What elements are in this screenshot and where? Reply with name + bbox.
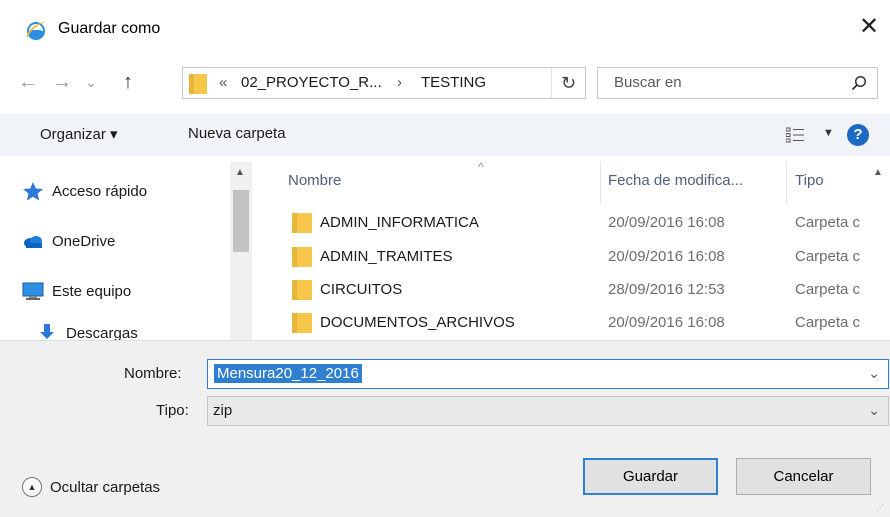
chevron-down-icon: ⌄ xyxy=(85,74,97,90)
scroll-up-icon[interactable]: ▲ xyxy=(873,167,883,178)
breadcrumb-overflow[interactable]: « xyxy=(219,74,227,91)
file-row[interactable]: ADMIN_TRAMITES 20/09/2016 16:08 Carpeta … xyxy=(262,242,890,273)
column-header-name[interactable]: Nombre xyxy=(288,172,341,189)
save-as-dialog: Guardar como ✕ ← → ⌄ ↑ « 02_PROYECTO_R..… xyxy=(0,0,890,517)
file-row[interactable]: CIRCUITOS 28/09/2016 12:53 Carpeta c xyxy=(262,275,890,306)
file-date: 20/09/2016 16:08 xyxy=(608,248,725,265)
cancel-button[interactable]: Cancelar xyxy=(736,458,871,495)
file-list-scrollbar[interactable]: ▲ xyxy=(868,162,890,340)
file-date: 20/09/2016 16:08 xyxy=(608,314,725,331)
arrow-right-icon: → xyxy=(52,71,72,93)
forward-button[interactable]: → xyxy=(50,70,74,94)
navigation-pane-scrollbar[interactable]: ▲ xyxy=(230,162,252,340)
new-folder-button[interactable]: Nueva carpeta xyxy=(188,125,286,142)
internet-explorer-icon xyxy=(26,21,46,40)
file-name-value[interactable]: Mensura20_12_2016 xyxy=(214,364,362,383)
view-options-icon[interactable] xyxy=(786,127,804,143)
navigation-pane: Acceso rápido OneDrive Este equipo Desca… xyxy=(0,162,258,340)
refresh-button[interactable]: ↻ xyxy=(551,68,585,98)
command-toolbar: Organizar ▾ Nueva carpeta ▼ ? xyxy=(0,114,890,156)
file-type: Carpeta c xyxy=(795,314,861,331)
folder-icon xyxy=(189,74,207,94)
recent-locations-button[interactable]: ⌄ xyxy=(82,70,100,94)
file-type-value: zip xyxy=(213,402,233,419)
file-date: 20/09/2016 16:08 xyxy=(608,214,725,231)
file-type: Carpeta c xyxy=(795,281,861,298)
organize-button[interactable]: Organizar ▾ xyxy=(40,125,118,143)
collapse-up-icon: ▲ xyxy=(22,477,42,497)
star-icon xyxy=(23,182,43,201)
sort-ascending-icon: ^ xyxy=(478,162,484,174)
sidebar-item-quick-access[interactable]: Acceso rápido xyxy=(22,178,147,204)
computer-icon xyxy=(22,282,44,300)
search-box[interactable]: Buscar en xyxy=(597,67,878,99)
up-button[interactable]: ↑ xyxy=(116,70,140,94)
cloud-icon xyxy=(24,236,42,248)
save-button[interactable]: Guardar xyxy=(583,458,718,495)
file-row[interactable]: ADMIN_INFORMATICA 20/09/2016 16:08 Carpe… xyxy=(262,208,890,239)
title-bar: Guardar como ✕ xyxy=(0,0,890,60)
window-title: Guardar como xyxy=(58,20,161,37)
file-name-label: Nombre: xyxy=(124,365,182,382)
sidebar-item-onedrive[interactable]: OneDrive xyxy=(22,228,115,254)
file-name: DOCUMENTOS_ARCHIVOS xyxy=(320,314,515,331)
file-list: Nombre ^ Fecha de modifica... Tipo ADMIN… xyxy=(262,162,890,340)
search-placeholder: Buscar en xyxy=(614,74,682,91)
close-button[interactable]: ✕ xyxy=(854,12,884,42)
help-label: ? xyxy=(853,126,863,143)
save-options-panel: Nombre: Mensura20_12_2016 ⌄ Tipo: zip ⌄ … xyxy=(0,340,890,517)
refresh-icon: ↻ xyxy=(560,73,577,93)
chevron-down-icon[interactable]: ⌄ xyxy=(868,365,880,382)
sidebar-item-label: Acceso rápido xyxy=(52,182,148,200)
breadcrumb-item-parent[interactable]: 02_PROYECTO_R... xyxy=(241,74,382,91)
file-type: Carpeta c xyxy=(795,248,861,265)
back-button[interactable]: ← xyxy=(16,70,40,94)
file-name: ADMIN_INFORMATICA xyxy=(320,214,479,231)
navigation-bar: ← → ⌄ ↑ « 02_PROYECTO_R... › TESTING ↻ B… xyxy=(0,60,890,106)
scroll-up-icon[interactable]: ▲ xyxy=(235,167,245,178)
close-icon: ✕ xyxy=(858,13,880,40)
sidebar-item-this-pc[interactable]: Este equipo xyxy=(22,278,131,304)
search-icon xyxy=(851,75,867,91)
column-header-date[interactable]: Fecha de modifica... xyxy=(608,172,743,189)
file-type: Carpeta c xyxy=(795,214,861,231)
file-name: ADMIN_TRAMITES xyxy=(320,248,453,265)
file-name-input[interactable]: Mensura20_12_2016 ⌄ xyxy=(207,359,889,389)
file-type-label: Tipo: xyxy=(156,402,189,419)
arrow-up-icon: ↑ xyxy=(123,71,133,93)
view-dropdown-caret-icon[interactable]: ▼ xyxy=(823,127,834,139)
file-name: CIRCUITOS xyxy=(320,281,403,298)
column-header-type[interactable]: Tipo xyxy=(795,172,824,189)
chevron-down-icon: ⌄ xyxy=(868,402,880,418)
folder-icon xyxy=(292,213,312,233)
hide-folders-toggle[interactable]: ▲ Ocultar carpetas xyxy=(22,475,160,499)
download-icon xyxy=(40,324,54,339)
column-divider[interactable] xyxy=(600,162,601,204)
folder-icon xyxy=(292,247,312,267)
column-divider[interactable] xyxy=(786,162,787,204)
breadcrumb-item-current[interactable]: TESTING xyxy=(421,74,486,91)
folder-icon xyxy=(292,280,312,300)
hide-folders-label: Ocultar carpetas xyxy=(50,478,161,496)
help-icon[interactable]: ? xyxy=(847,124,869,146)
arrow-left-icon: ← xyxy=(18,71,38,93)
file-row[interactable]: DOCUMENTOS_ARCHIVOS 20/09/2016 16:08 Car… xyxy=(262,308,890,339)
sidebar-item-label: Este equipo xyxy=(52,282,132,300)
breadcrumb-separator[interactable]: › xyxy=(397,74,402,91)
file-type-select[interactable]: zip ⌄ xyxy=(207,396,889,426)
folder-icon xyxy=(292,313,312,333)
sidebar-item-downloads[interactable]: Descargas xyxy=(36,320,138,340)
file-date: 28/09/2016 12:53 xyxy=(608,281,725,298)
sidebar-item-label: OneDrive xyxy=(52,232,116,250)
address-bar[interactable]: « 02_PROYECTO_R... › TESTING ↻ xyxy=(182,67,586,99)
scrollbar-thumb[interactable] xyxy=(233,190,249,252)
sidebar-item-label: Descargas xyxy=(66,324,138,341)
resize-grip-icon[interactable]: ⋰ xyxy=(876,503,886,513)
